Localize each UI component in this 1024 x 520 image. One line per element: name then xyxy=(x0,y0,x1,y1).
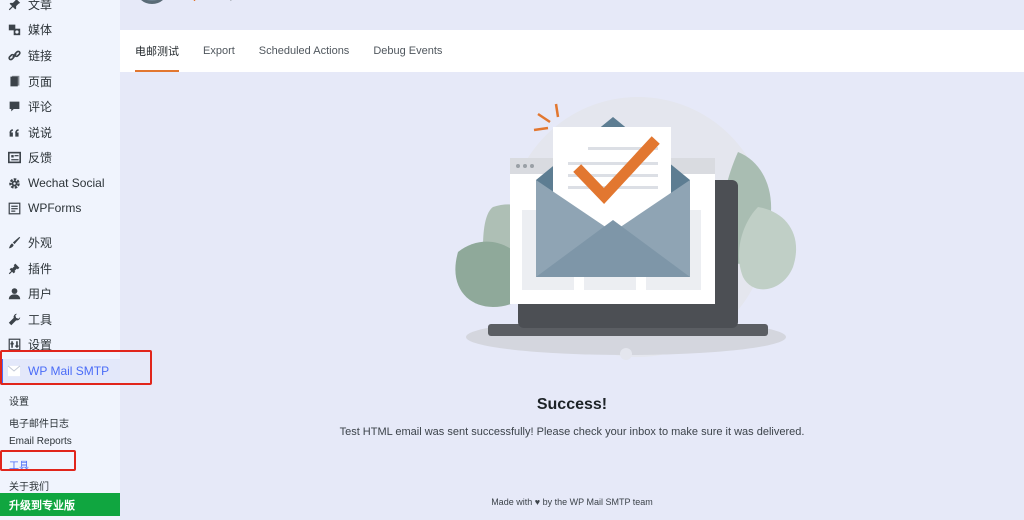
menu-item-plugins[interactable]: 插件 xyxy=(0,256,120,280)
brush-icon xyxy=(6,234,22,250)
wrench-icon xyxy=(6,311,22,327)
heart-icon: ♥ xyxy=(534,497,541,507)
menu-item-shuoshuo[interactable]: 说说 xyxy=(0,120,120,144)
tab-debug-events[interactable]: Debug Events xyxy=(361,30,454,72)
highlight-box-wp-mail-smtp xyxy=(0,350,152,385)
tab-scheduled-actions[interactable]: Scheduled Actions xyxy=(247,30,362,72)
menu-item-media[interactable]: 媒体 xyxy=(0,17,120,41)
wpforms-logo: wpforms xyxy=(185,0,227,2)
submenu-item-about[interactable]: 关于我们 xyxy=(9,478,49,493)
link-icon xyxy=(6,47,22,63)
menu-item-links[interactable]: 链接 xyxy=(0,43,120,67)
page-icon xyxy=(6,73,22,89)
success-illustration xyxy=(438,92,808,372)
menu-item-comments[interactable]: 评论 xyxy=(0,94,120,118)
form-icon xyxy=(6,200,22,216)
menu-item-feedback[interactable]: 反馈 xyxy=(0,145,120,169)
upgrade-to-pro-button[interactable]: 升级到专业版 xyxy=(0,493,120,516)
highlight-box-tools xyxy=(0,450,76,471)
menu-item-wechat-social[interactable]: Wechat Social xyxy=(0,171,120,195)
submenu-item-settings[interactable]: 设置 xyxy=(9,393,29,408)
gear-icon xyxy=(6,175,22,191)
pin-icon xyxy=(6,0,22,12)
menu-item-appearance[interactable]: 外观 xyxy=(0,230,120,254)
footer-credit: Made with ♥ by the WP Mail SMTP team xyxy=(491,497,653,507)
menu-item-pages[interactable]: 页面 xyxy=(0,69,120,93)
avatar xyxy=(135,0,169,4)
menu-item-users[interactable]: 用户 xyxy=(0,281,120,305)
media-icon xyxy=(6,21,22,37)
menu-item-wpforms[interactable]: WPForms xyxy=(0,196,120,220)
user-icon xyxy=(6,285,22,301)
submenu-item-email-reports[interactable]: Email Reports xyxy=(9,436,72,447)
menu-item-posts[interactable]: 文章 xyxy=(0,0,120,16)
admin-sidebar: 文章 媒体 链接 页面 评论 说说 反馈 Wechat Social WPFor… xyxy=(0,0,120,520)
submenu-item-email-log[interactable]: 电子邮件日志 xyxy=(9,415,69,430)
comment-icon xyxy=(6,98,22,114)
brand-tagline: a wpforms product xyxy=(177,0,263,2)
tab-bar: 电邮测试 Export Scheduled Actions Debug Even… xyxy=(120,30,1024,72)
menu-item-tools[interactable]: 工具 xyxy=(0,307,120,331)
tab-export[interactable]: Export xyxy=(191,30,247,72)
plugin-icon xyxy=(6,260,22,276)
success-title: Success! xyxy=(536,396,608,413)
feedback-icon xyxy=(6,149,22,165)
tab-email-test[interactable]: 电邮测试 xyxy=(123,30,191,72)
quote-icon xyxy=(6,124,22,140)
success-message: Test HTML email was sent successfully! P… xyxy=(339,426,805,438)
